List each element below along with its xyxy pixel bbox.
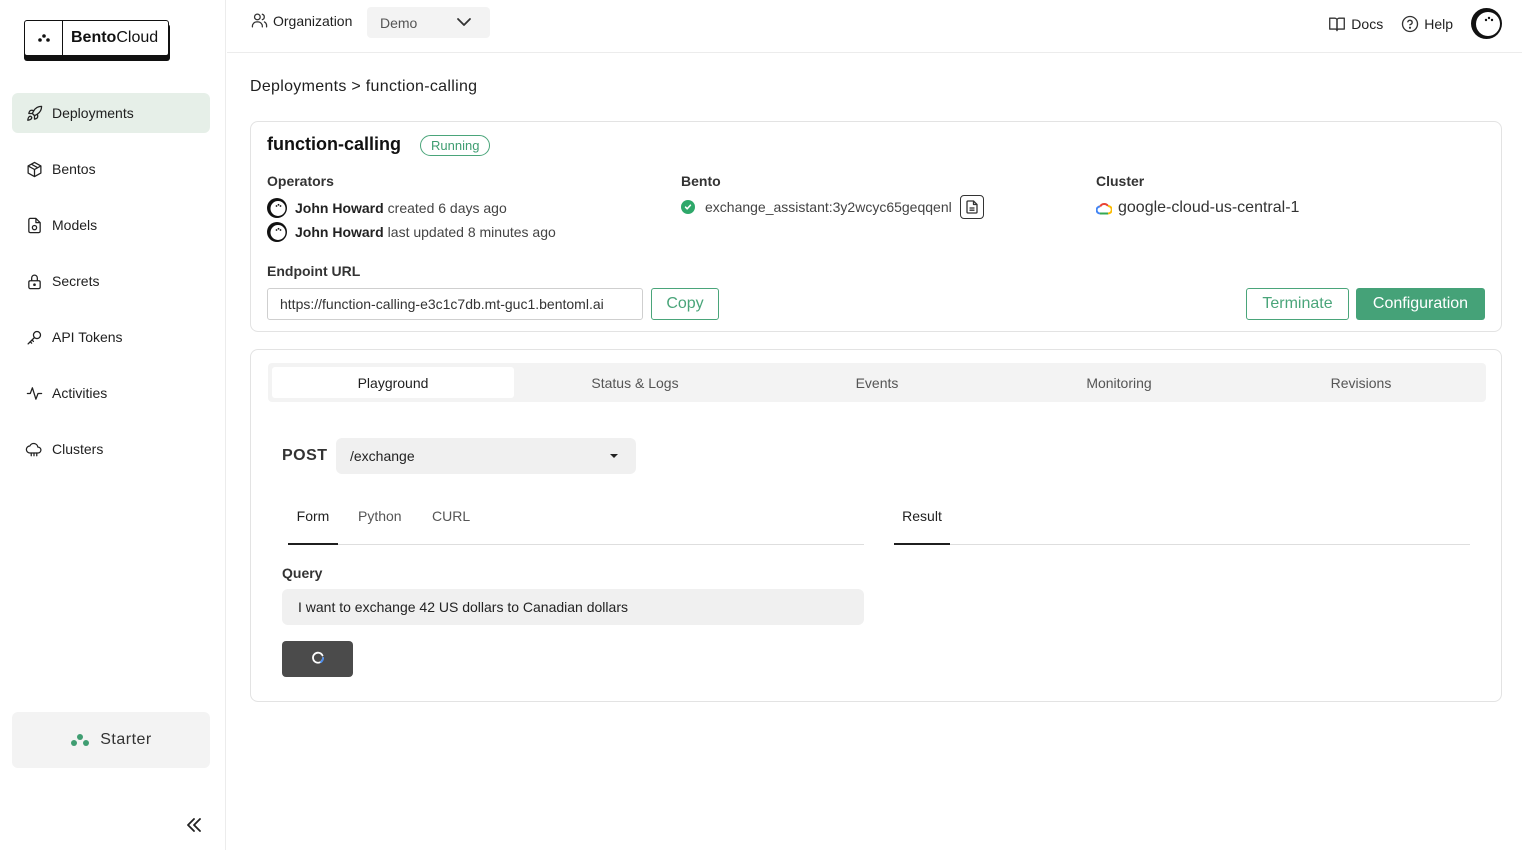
- lock-icon: [25, 272, 43, 290]
- tab-playground[interactable]: Playground: [272, 367, 514, 398]
- tab-revisions[interactable]: Revisions: [1240, 367, 1482, 398]
- sidebar-item-activities[interactable]: Activities: [12, 373, 210, 413]
- bento-row: exchange_assistant:3y2wcyc65geqqenl: [681, 195, 984, 219]
- route-value: /exchange: [350, 448, 415, 464]
- box-icon: [25, 160, 43, 178]
- sidebar-item-bentos[interactable]: Bentos: [12, 149, 210, 189]
- sidebar: BentoCloud Deployments Bentos Models Sec…: [0, 0, 226, 850]
- organization-value: Demo: [380, 14, 418, 31]
- terminate-button[interactable]: Terminate: [1246, 288, 1349, 320]
- cluster-value: google-cloud-us-central-1: [1118, 199, 1300, 216]
- endpoint-url-label: Endpoint URL: [267, 263, 361, 279]
- sidebar-item-label: API Tokens: [52, 329, 123, 345]
- bento-link[interactable]: exchange_assistant:3y2wcyc65geqqenl: [705, 199, 952, 215]
- tab-curl[interactable]: CURL: [432, 505, 470, 545]
- status-badge: Running: [420, 135, 491, 156]
- help-circle-icon: [1401, 15, 1419, 33]
- query-input[interactable]: I want to exchange 42 US dollars to Cana…: [282, 589, 864, 625]
- sidebar-item-secrets[interactable]: Secrets: [12, 261, 210, 301]
- cloud-icon: [25, 440, 43, 458]
- rocket-icon: [25, 104, 43, 122]
- cluster-label: Cluster: [1096, 173, 1145, 189]
- model-file-icon: [25, 216, 43, 234]
- help-link[interactable]: Help: [1401, 15, 1453, 33]
- sidebar-item-models[interactable]: Models: [12, 205, 210, 245]
- operator-avatar: [267, 198, 287, 218]
- organization-label: Organization: [251, 12, 352, 29]
- bento-logo-icon: [25, 21, 63, 55]
- input-tabs: Form Python CURL: [288, 505, 864, 545]
- tab-events[interactable]: Events: [756, 367, 998, 398]
- operator-row: John Howard last updated 8 minutes ago: [267, 222, 556, 242]
- plan-starter-button[interactable]: Starter: [12, 712, 210, 768]
- operator-name: John Howard: [295, 224, 384, 240]
- tab-status-logs[interactable]: Status & Logs: [514, 367, 756, 398]
- users-icon: [251, 12, 268, 29]
- book-icon: [1328, 16, 1346, 32]
- sidebar-item-label: Activities: [52, 385, 108, 401]
- check-circle-icon: [681, 200, 695, 214]
- operators-label: Operators: [267, 173, 334, 189]
- activity-icon: [25, 384, 43, 402]
- deployment-summary-card: function-calling Running Operators John …: [250, 121, 1502, 332]
- bento-label: Bento: [681, 173, 721, 189]
- operator-action: created 6 days ago: [387, 200, 507, 216]
- logo-text-regular: Cloud: [116, 29, 159, 46]
- key-icon: [25, 328, 43, 346]
- sidebar-nav: Deployments Bentos Models Secrets API To…: [12, 93, 210, 485]
- cluster-row: google-cloud-us-central-1: [1096, 199, 1299, 217]
- sidebar-item-api-tokens[interactable]: API Tokens: [12, 317, 210, 357]
- collapse-sidebar-icon[interactable]: [184, 815, 204, 835]
- sidebar-item-label: Bentos: [52, 161, 96, 177]
- endpoint-url-field[interactable]: https://function-calling-e3c1c7db.mt-guc…: [267, 288, 643, 320]
- help-label: Help: [1424, 15, 1453, 32]
- bentocloud-logo[interactable]: BentoCloud: [24, 20, 170, 61]
- sidebar-item-label: Deployments: [52, 105, 134, 121]
- organization-text: Organization: [273, 12, 353, 29]
- copy-button[interactable]: Copy: [651, 288, 719, 320]
- user-avatar[interactable]: [1471, 8, 1502, 39]
- query-label: Query: [282, 565, 323, 581]
- chevron-down-icon: [456, 15, 472, 29]
- tab-form[interactable]: Form: [288, 505, 338, 545]
- docs-link[interactable]: Docs: [1328, 16, 1383, 32]
- deployment-title: function-calling: [267, 134, 401, 154]
- docs-label: Docs: [1351, 15, 1384, 32]
- operator-avatar: [267, 222, 287, 242]
- tab-monitoring[interactable]: Monitoring: [998, 367, 1240, 398]
- operator-action: last updated 8 minutes ago: [387, 224, 556, 240]
- sidebar-item-label: Clusters: [52, 441, 104, 457]
- logo-text-bold: Bento: [71, 29, 117, 46]
- sidebar-item-label: Models: [52, 217, 98, 233]
- http-method-label: POST: [282, 447, 328, 464]
- breadcrumb: Deployments > function-calling: [250, 78, 478, 95]
- result-tabs: Result: [894, 505, 1470, 545]
- sidebar-item-clusters[interactable]: Clusters: [12, 429, 210, 469]
- operator-row: John Howard created 6 days ago: [267, 198, 507, 218]
- google-cloud-icon: [1096, 202, 1112, 215]
- sidebar-item-label: Secrets: [52, 273, 100, 289]
- playground-card: Playground Status & Logs Events Monitori…: [250, 349, 1502, 702]
- operator-name: John Howard: [295, 200, 384, 216]
- tab-python[interactable]: Python: [358, 505, 402, 545]
- route-select[interactable]: /exchange: [336, 438, 636, 474]
- topbar: Organization Demo Docs Help: [227, 0, 1522, 53]
- loading-spinner-icon: [311, 651, 325, 668]
- caret-down-icon: [610, 454, 618, 458]
- submit-button[interactable]: [282, 641, 353, 677]
- plan-label: Starter: [100, 731, 152, 748]
- deployment-tabs: Playground Status & Logs Events Monitori…: [268, 363, 1486, 402]
- bento-dots-icon: [70, 733, 90, 747]
- organization-select[interactable]: Demo: [367, 7, 490, 38]
- tab-result[interactable]: Result: [894, 505, 950, 545]
- document-icon[interactable]: [959, 195, 984, 219]
- sidebar-item-deployments[interactable]: Deployments: [12, 93, 210, 133]
- configuration-button[interactable]: Configuration: [1356, 288, 1485, 320]
